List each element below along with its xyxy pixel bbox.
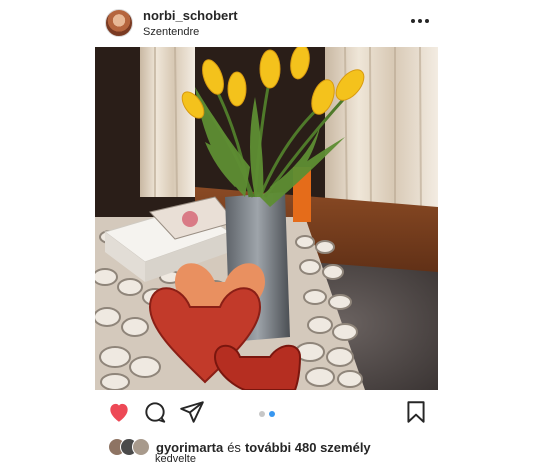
carousel-indicator — [259, 411, 275, 417]
post-photo[interactable] — [95, 47, 438, 390]
carousel-dot — [259, 411, 265, 417]
likes-summary: gyorimarta és további 480 személy — [108, 437, 371, 457]
post-header: norbi_schobert Szentendre — [0, 0, 534, 47]
heart-icon[interactable] — [106, 399, 132, 425]
likes-connector: és — [227, 439, 241, 455]
liker-avatars — [108, 438, 152, 456]
username[interactable]: norbi_schobert — [143, 8, 238, 23]
bookmark-icon[interactable] — [403, 399, 429, 425]
comment-icon[interactable] — [142, 399, 168, 425]
post-actions — [0, 395, 534, 431]
location[interactable]: Szentendre — [143, 26, 199, 38]
likes-suffix: kedvelte — [155, 453, 196, 462]
avatar[interactable] — [105, 9, 133, 37]
avatar — [132, 438, 150, 456]
tulips-photo — [95, 47, 438, 390]
carousel-dot-active — [269, 411, 275, 417]
likes-others-link[interactable]: további 480 személy — [245, 440, 371, 455]
direct-share-icon[interactable] — [179, 399, 205, 425]
more-options-icon[interactable] — [411, 12, 429, 30]
